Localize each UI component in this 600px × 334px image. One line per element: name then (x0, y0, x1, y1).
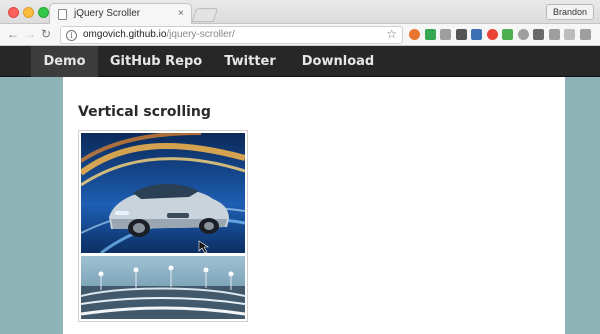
extension-icon[interactable] (486, 29, 498, 40)
extension-icon[interactable] (471, 29, 482, 40)
section-title: Vertical scrolling (78, 104, 211, 120)
browser-tab[interactable]: jQuery Scroller × (49, 3, 192, 25)
main-content: Vertical scrolling (63, 77, 565, 334)
close-window-button[interactable] (8, 7, 19, 18)
zoom-window-button[interactable] (38, 7, 49, 18)
site-navigation: Demo GitHub Repo Twitter Download (0, 46, 600, 77)
back-arrow-icon[interactable]: ← (7, 27, 19, 41)
profile-button[interactable]: Brandon (545, 4, 594, 20)
extension-icon[interactable] (517, 29, 529, 40)
extension-icon[interactable] (533, 29, 544, 40)
extension-icon[interactable] (440, 29, 451, 40)
extension-icon[interactable] (548, 29, 560, 40)
minimize-window-button[interactable] (23, 7, 34, 18)
bookmark-star-icon[interactable]: ☆ (386, 27, 397, 41)
reload-icon[interactable]: ↻ (41, 27, 51, 41)
car-image (81, 133, 245, 253)
forward-arrow-icon[interactable]: → (24, 27, 36, 41)
url-host: omgovich.github.io (83, 29, 167, 40)
extension-icon[interactable] (455, 29, 467, 40)
close-tab-icon[interactable]: × (178, 8, 184, 20)
bridge-illustration (81, 265, 245, 319)
url-text: omgovich.github.io/jquery-scroller/ (83, 29, 235, 40)
extension-icon[interactable] (502, 29, 513, 40)
extension-icon[interactable] (409, 29, 420, 40)
address-bar[interactable]: i omgovich.github.io/jquery-scroller/ ☆ (60, 26, 403, 44)
extension-icon[interactable] (424, 29, 436, 40)
extension-icon[interactable] (579, 29, 591, 40)
url-path: /jquery-scroller/ (166, 29, 235, 40)
bridge-image (81, 256, 245, 319)
car-illustration (81, 133, 245, 253)
info-icon[interactable]: i (66, 30, 77, 41)
vertical-scroller[interactable] (78, 130, 248, 322)
page-icon (58, 9, 67, 20)
browser-tab-bar: jQuery Scroller × Brandon (0, 0, 600, 25)
browser-toolbar: ← → ↻ i omgovich.github.io/jquery-scroll… (0, 24, 600, 46)
nav-demo[interactable]: Demo (31, 46, 98, 77)
extension-icon[interactable] (564, 29, 575, 40)
tab-title: jQuery Scroller (74, 8, 141, 19)
new-tab-button[interactable] (191, 8, 219, 22)
nav-github-repo[interactable]: GitHub Repo (108, 46, 204, 77)
nav-download[interactable]: Download (296, 46, 380, 77)
nav-twitter[interactable]: Twitter (218, 46, 282, 77)
